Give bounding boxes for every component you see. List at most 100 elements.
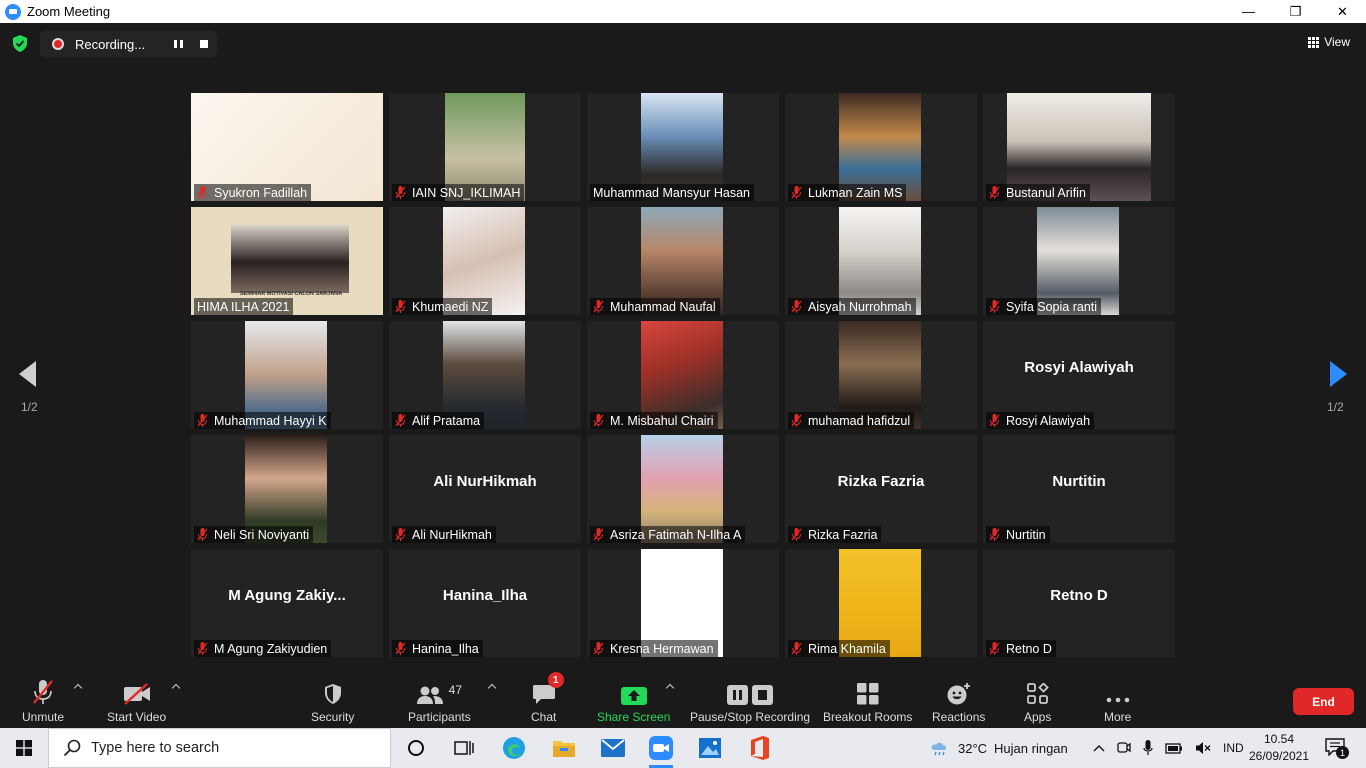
muted-microphone-icon	[791, 300, 802, 313]
pause-stop-recording-button[interactable]: Pause/Stop Recording	[690, 678, 810, 724]
audio-options-chevron-icon[interactable]	[73, 683, 83, 693]
weather-widget[interactable]: 32°C Hujan ringan	[930, 728, 1068, 768]
video-options-chevron-icon[interactable]	[171, 683, 181, 693]
battery-charging-icon[interactable]	[1165, 742, 1183, 754]
apps-button[interactable]: Apps	[1024, 678, 1051, 724]
stop-recording-icon[interactable]	[200, 40, 208, 48]
participant-tile[interactable]: muhamad hafidzul	[785, 321, 977, 429]
cortana-icon[interactable]	[404, 736, 428, 760]
participant-tile[interactable]: Aisyah Nurrohmah	[785, 207, 977, 315]
notification-center-button[interactable]: 1	[1325, 738, 1349, 759]
security-label: Security	[311, 710, 355, 724]
taskbar-clock[interactable]: 10.54 26/09/2021	[1244, 731, 1314, 765]
breakout-rooms-icon	[856, 683, 879, 705]
task-view-icon[interactable]	[452, 736, 476, 760]
muted-microphone-icon	[593, 642, 604, 655]
show-hidden-icons-chevron-icon[interactable]	[1093, 744, 1105, 752]
system-tray: IND	[1093, 728, 1244, 768]
reactions-button[interactable]: Reactions	[932, 678, 985, 724]
previous-page-icon[interactable]	[19, 361, 37, 387]
participant-tile[interactable]: Rima Khamila	[785, 549, 977, 657]
participant-name: Rima Khamila	[808, 641, 886, 656]
end-meeting-button[interactable]: End	[1293, 688, 1354, 715]
participant-tile[interactable]: SEMINAR MOTIVASI CALON SARJANA HIMA ILHA …	[191, 207, 383, 315]
start-video-button[interactable]: Start Video	[107, 678, 166, 724]
taskbar-search-box[interactable]: Type here to search	[48, 728, 391, 768]
windows-logo-icon	[16, 740, 32, 756]
meet-now-icon[interactable]	[1117, 740, 1131, 756]
next-page-icon[interactable]	[1329, 361, 1347, 387]
muted-microphone-icon	[395, 300, 406, 313]
pause-stop-recording-label: Pause/Stop Recording	[690, 710, 811, 724]
zoom-taskbar-icon[interactable]	[649, 736, 673, 768]
input-language[interactable]: IND	[1223, 741, 1244, 755]
mail-icon[interactable]	[601, 736, 625, 760]
participant-tile[interactable]: Alif Pratama	[389, 321, 581, 429]
participant-name-label: Alif Pratama	[392, 412, 485, 429]
participant-tile[interactable]: IAIN SNJ_IKLIMAH	[389, 93, 581, 201]
restore-button[interactable]: ❐	[1272, 0, 1319, 23]
file-explorer-icon[interactable]	[552, 736, 576, 760]
view-button[interactable]: View	[1308, 35, 1350, 49]
participant-tile[interactable]: Rizka Fazria Rizka Fazria	[785, 435, 977, 543]
muted-microphone-icon	[989, 186, 1000, 199]
window-controls: — ❐ ✕	[1225, 0, 1366, 23]
participant-name: M Agung Zakiyudien	[214, 641, 328, 656]
participant-tile[interactable]: Ali NurHikmah Ali NurHikmah	[389, 435, 581, 543]
breakout-rooms-button[interactable]: Breakout Rooms	[823, 678, 912, 724]
participant-tile[interactable]: M Agung Zakiy... M Agung Zakiyudien	[191, 549, 383, 657]
participant-tile[interactable]: Muhammad Naufal	[587, 207, 779, 315]
participant-name: M. Misbahul Chairi	[610, 413, 714, 428]
participant-name-label: muhamad hafidzul	[788, 412, 915, 429]
participant-name: Neli Sri Noviyanti	[214, 527, 310, 542]
participant-tile[interactable]: Bustanul Arifin	[983, 93, 1175, 201]
search-placeholder: Type here to search	[91, 740, 220, 756]
participants-options-chevron-icon[interactable]	[487, 683, 497, 693]
security-button[interactable]: Security	[311, 678, 354, 724]
minimize-button[interactable]: —	[1225, 0, 1272, 23]
participant-tile[interactable]: Muhammad Hayyi K	[191, 321, 383, 429]
close-button[interactable]: ✕	[1319, 0, 1366, 23]
participant-tile[interactable]: M. Misbahul Chairi	[587, 321, 779, 429]
edge-browser-icon[interactable]	[502, 736, 526, 760]
participant-name-label: Syukron Fadillah	[194, 184, 312, 201]
volume-muted-icon[interactable]	[1195, 741, 1211, 755]
photos-icon[interactable]	[698, 736, 722, 760]
participant-tile[interactable]: Lukman Zain MS	[785, 93, 977, 201]
participant-display-name: Nurtitin	[1052, 473, 1106, 490]
participant-display-name: Rosyi Alawiyah	[1024, 359, 1134, 376]
more-button[interactable]: More	[1104, 678, 1131, 724]
participant-tile[interactable]: Neli Sri Noviyanti	[191, 435, 383, 543]
participant-tile[interactable]: Syukron Fadillah	[191, 93, 383, 201]
participant-tile[interactable]: Khumaedi NZ	[389, 207, 581, 315]
microphone-icon[interactable]	[1143, 740, 1153, 756]
start-video-label: Start Video	[107, 710, 167, 724]
participant-name-label: Muhammad Mansyur Hasan	[590, 184, 755, 201]
participant-tile[interactable]: Rosyi Alawiyah Rosyi Alawiyah	[983, 321, 1175, 429]
participant-name-label: M Agung Zakiyudien	[194, 640, 332, 657]
pause-recording-icon[interactable]	[174, 40, 183, 48]
share-screen-button[interactable]: Share Screen	[597, 678, 670, 724]
security-shield-icon	[324, 684, 341, 704]
unmute-button[interactable]: Unmute	[22, 678, 64, 724]
weather-description: Hujan ringan	[994, 740, 1068, 756]
participant-name-label: Muhammad Hayyi K	[194, 412, 331, 429]
unmute-label: Unmute	[22, 710, 65, 724]
chat-button[interactable]: 1 Chat	[531, 672, 564, 724]
participant-tile[interactable]: Muhammad Mansyur Hasan	[587, 93, 779, 201]
clock-time: 10.54	[1263, 732, 1295, 746]
more-ellipsis-icon	[1106, 697, 1129, 703]
participant-tile[interactable]: Asriza Fatimah N-Ilha A	[587, 435, 779, 543]
participant-tile[interactable]: Hanina_Ilha Hanina_Ilha	[389, 549, 581, 657]
participant-name-label: M. Misbahul Chairi	[590, 412, 718, 429]
more-label: More	[1104, 710, 1132, 724]
encryption-shield-icon[interactable]	[12, 35, 28, 52]
participant-tile[interactable]: Nurtitin Nurtitin	[983, 435, 1175, 543]
participant-tile[interactable]: Kresna Hermawan	[587, 549, 779, 657]
participant-tile[interactable]: Retno D Retno D	[983, 549, 1175, 657]
office-icon[interactable]	[748, 736, 772, 760]
participants-label: Participants	[408, 710, 471, 724]
start-button[interactable]	[0, 728, 48, 768]
participants-button[interactable]: 47 Participants	[408, 678, 471, 724]
participant-tile[interactable]: Syifa Sopia ranti	[983, 207, 1175, 315]
